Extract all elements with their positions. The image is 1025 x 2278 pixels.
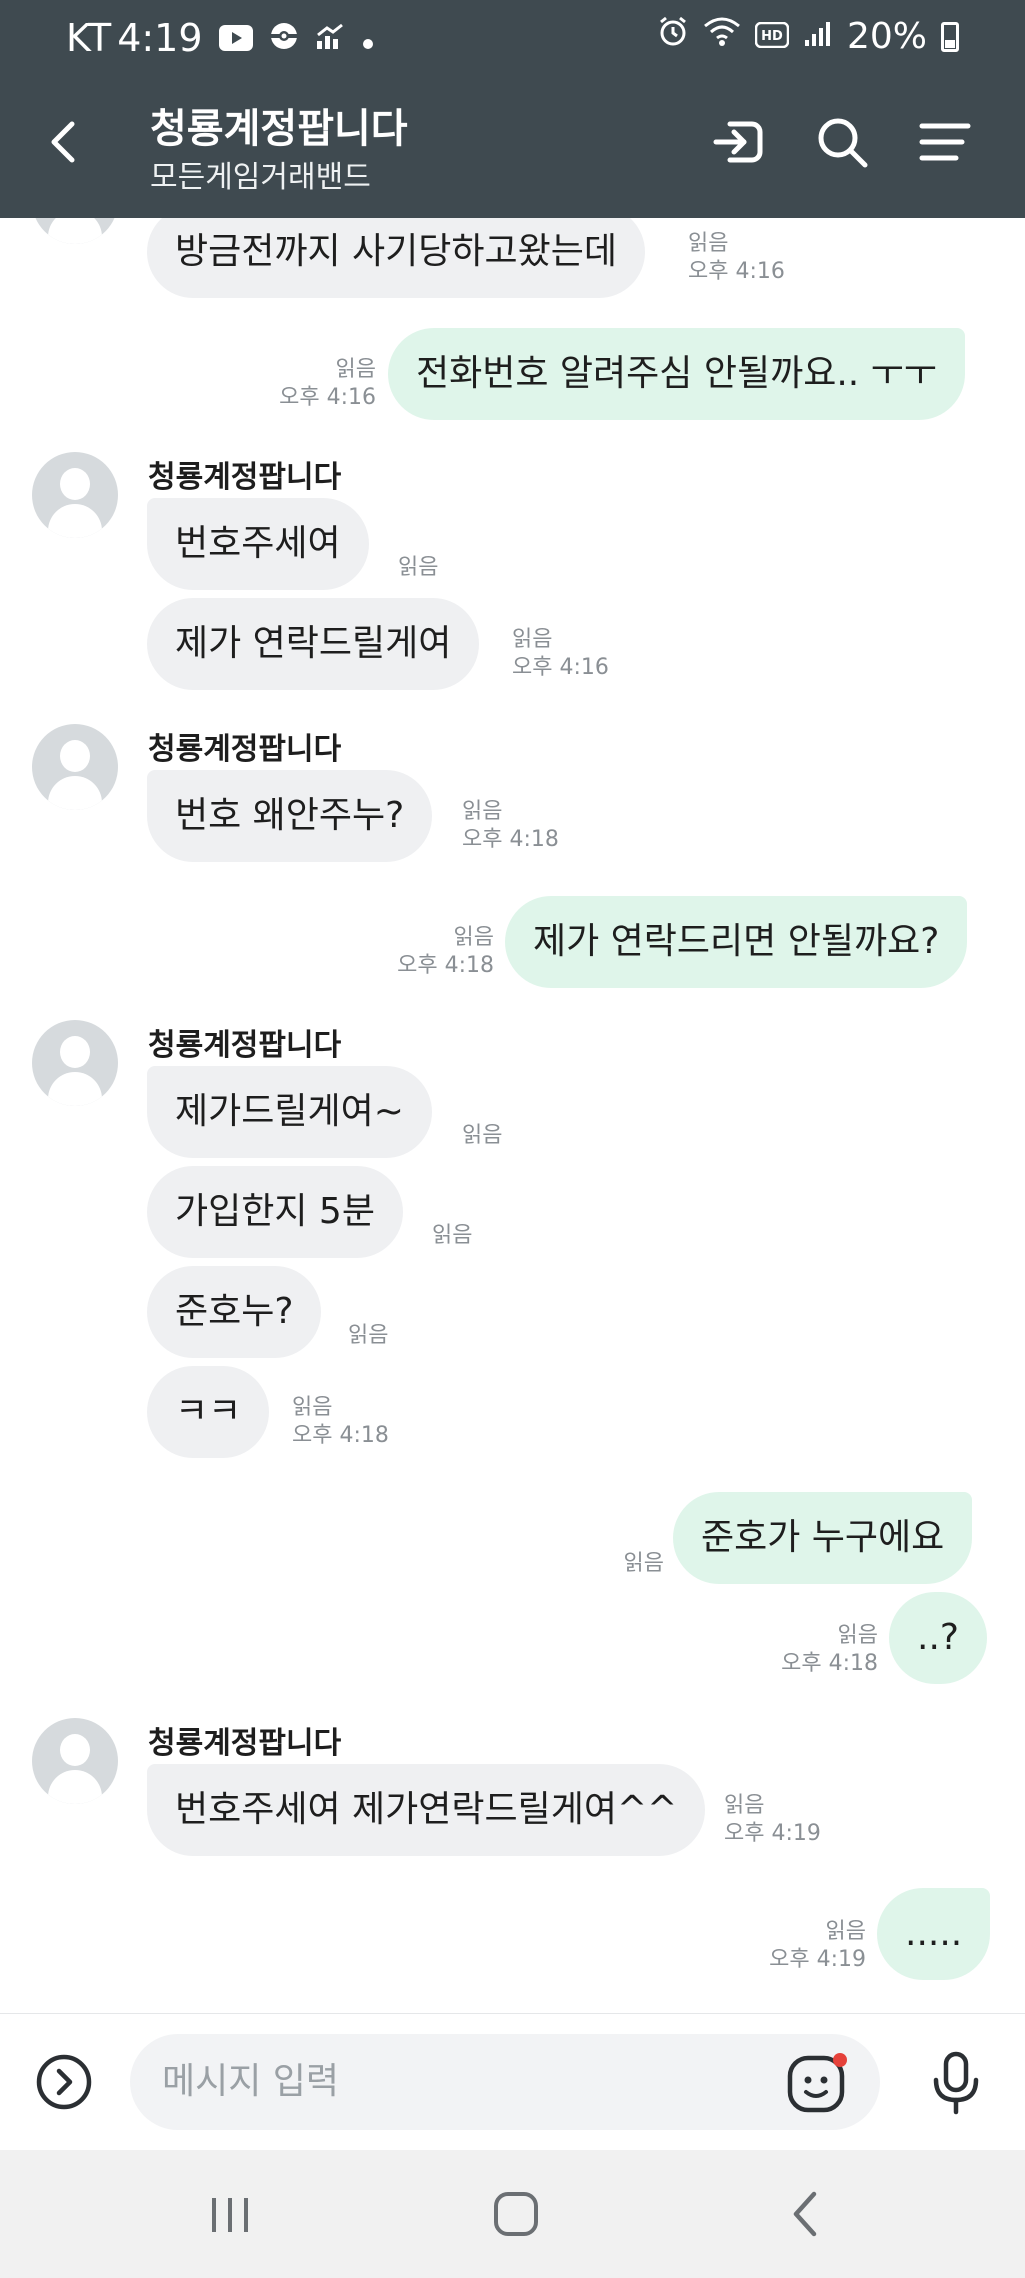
read-status: 읽음 <box>724 1793 765 1818</box>
search-icon <box>818 118 868 168</box>
message-time: 오후 4:19 <box>769 1947 866 1972</box>
search-button[interactable] <box>812 112 872 172</box>
clock: 4:19 <box>117 16 203 60</box>
chat-subtitle[interactable]: 모든게임거래밴드 <box>150 152 371 196</box>
message-time: 오후 4:16 <box>688 259 785 284</box>
back-nav-icon <box>793 2191 817 2237</box>
message-bubble[interactable]: 준호누? <box>147 1266 322 1358</box>
read-status: 읽음 <box>432 1223 473 1248</box>
wifi-icon <box>703 16 741 57</box>
message-time: 오후 4:18 <box>292 1423 389 1448</box>
read-status: 읽음 <box>398 555 439 580</box>
expand-icon <box>36 2054 92 2110</box>
system-nav-bar <box>0 2150 1025 2278</box>
chat-title: 청룡계정팝니다 <box>150 106 408 152</box>
read-status: 읽음 <box>688 231 729 256</box>
chat-header: KT 4:19 HD 20% 청룡계정팝니다 모든게임거래밴드 <box>0 0 1025 218</box>
emoji-button[interactable] <box>784 2050 850 2116</box>
menu-icon <box>919 123 971 161</box>
emoji-icon <box>787 2053 847 2113</box>
avatar[interactable] <box>32 1718 118 1804</box>
recents-icon <box>212 2198 248 2232</box>
message-time: 오후 4:16 <box>279 385 376 410</box>
status-right: HD 20% <box>657 16 959 57</box>
read-status: 읽음 <box>837 1623 878 1648</box>
message-input-bar: 메시지 입력 <box>0 2013 1025 2150</box>
read-status: 읽음 <box>453 925 494 950</box>
read-status: 읽음 <box>292 1395 333 1420</box>
read-status: 읽음 <box>462 1123 503 1148</box>
sender-name: 청룡계정팝니다 <box>148 1028 342 1063</box>
mic-icon <box>933 2051 979 2115</box>
message-bubble[interactable]: 제가드릴게여~ <box>147 1066 432 1158</box>
svg-text:HD: HD <box>761 29 783 44</box>
home-button[interactable] <box>486 2186 546 2242</box>
message-bubble[interactable]: 번호 왜안주누? <box>147 770 433 862</box>
recents-button[interactable] <box>200 2190 260 2240</box>
pokeball-icon <box>269 16 299 60</box>
notification-dot <box>833 2053 847 2067</box>
message-bubble[interactable]: 전화번호 알려주심 안될까요.. ㅜㅜ <box>388 328 965 420</box>
read-status: 읽음 <box>462 799 503 824</box>
message-time: 오후 4:19 <box>724 1821 821 1846</box>
alarm-icon <box>657 16 689 57</box>
read-status: 읽음 <box>825 1919 866 1944</box>
message-bubble[interactable]: 번호주세여 제가연락드릴게여^^ <box>147 1764 706 1856</box>
message-bubble[interactable]: 제가 연락드리면 안될까요? <box>505 896 968 988</box>
message-time: 오후 4:18 <box>397 953 494 978</box>
expand-button[interactable] <box>34 2052 94 2112</box>
avatar[interactable] <box>32 1020 118 1106</box>
carrier-label: KT <box>66 16 112 60</box>
message-bubble[interactable]: 번호주세여 <box>147 498 369 590</box>
message-bubble[interactable]: 방금전까지 사기당하고왔는데 <box>147 218 646 298</box>
message-list[interactable]: 방금전까지 사기당하고왔는데 읽음 오후 4:16 읽음 오후 4:16 전화번… <box>0 218 1025 2013</box>
avatar[interactable] <box>32 724 118 810</box>
avatar[interactable] <box>32 218 118 244</box>
enter-chat-button[interactable] <box>708 112 768 172</box>
chart-icon <box>315 16 345 60</box>
avatar[interactable] <box>32 452 118 538</box>
message-bubble[interactable]: 제가 연락드릴게여 <box>147 598 480 690</box>
sender-name: 청룡계정팝니다 <box>148 460 342 495</box>
sender-name: 청룡계정팝니다 <box>148 732 342 767</box>
menu-button[interactable] <box>916 112 976 172</box>
read-status: 읽음 <box>623 1551 664 1576</box>
status-bar: KT 4:19 HD 20% <box>0 0 1025 84</box>
mic-button[interactable] <box>926 2050 986 2116</box>
message-bubble[interactable]: ..... <box>877 1888 991 1980</box>
message-bubble[interactable]: ..? <box>889 1592 987 1684</box>
back-icon <box>51 121 75 163</box>
enter-icon <box>713 121 763 163</box>
youtube-icon <box>218 16 253 60</box>
message-time: 오후 4:18 <box>781 1651 878 1676</box>
read-status: 읽음 <box>335 357 376 382</box>
message-input[interactable]: 메시지 입력 <box>130 2034 880 2130</box>
read-status: 읽음 <box>348 1323 389 1348</box>
hd-icon: HD <box>754 16 790 57</box>
read-status: 읽음 <box>512 627 553 652</box>
message-time: 오후 4:18 <box>462 827 559 852</box>
back-button[interactable] <box>40 112 90 172</box>
message-time: 오후 4:16 <box>512 655 609 680</box>
status-left: KT 4:19 <box>66 16 375 60</box>
system-back-button[interactable] <box>780 2186 830 2242</box>
message-bubble[interactable]: ㅋㅋ <box>147 1366 270 1458</box>
battery-icon <box>941 21 959 52</box>
dot-icon <box>361 16 375 60</box>
signal-icon <box>803 16 833 57</box>
message-bubble[interactable]: 준호가 누구에요 <box>673 1492 973 1584</box>
home-icon <box>494 2192 538 2236</box>
sender-name: 청룡계정팝니다 <box>148 1726 342 1761</box>
message-bubble[interactable]: 가입한지 5분 <box>147 1166 403 1258</box>
battery-percent: 20% <box>846 16 927 57</box>
